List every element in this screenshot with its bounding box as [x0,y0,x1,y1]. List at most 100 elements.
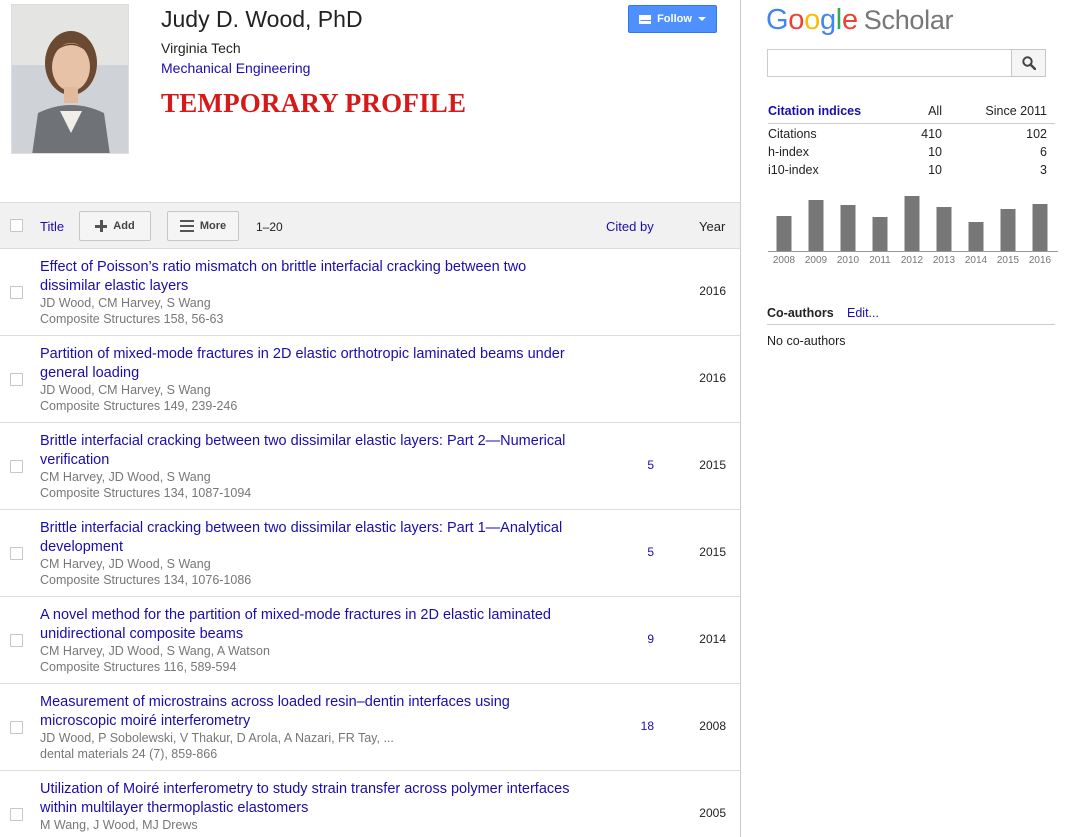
article-row: Measurement of microstrains across loade… [0,684,740,771]
logo-letter: e [841,4,858,36]
article-title-link[interactable]: Brittle interfacial cracking between two… [40,432,580,470]
index-all: 10 [928,163,942,177]
index-since: 102 [1026,127,1047,141]
citation-indices-rows: Citations 410 102 h-index 10 6 i10-index 10 3 [768,124,1055,178]
index-all: 410 [921,127,942,141]
article-title-link[interactable]: Brittle interfacial cracking between two… [40,519,580,557]
article-authors: CM Harvey, JD Wood, S Wang [40,557,211,571]
article-title-link[interactable]: Partition of mixed-mode fractures in 2D … [40,345,580,383]
index-label: Citations [768,127,817,141]
citations-per-year-chart: 2008 2009 2010 2011 2012 2013 2014 2015 2016 [768,196,1058,266]
sort-by-cited-link[interactable]: Cited by [606,219,654,234]
chart-bar-2013[interactable] [936,207,952,251]
article-authors: JD Wood, CM Harvey, S Wang [40,296,211,310]
chart-tick-label: 2011 [869,255,891,266]
logo-letter: o [804,4,820,36]
col-since: Since 2011 [985,104,1047,118]
chart-bar-2009[interactable] [808,200,824,251]
profile-affiliation: Virginia Tech [161,40,241,56]
envelope-icon [639,14,652,24]
logo-letter: G [766,4,789,36]
citation-indices-title[interactable]: Citation indices [768,104,861,118]
search-button[interactable] [1011,49,1046,77]
article-year: 2016 [699,284,726,298]
right-sidebar: Google Scholar Citation indices All Since… [742,0,1081,837]
chart-bar-2011[interactable] [872,217,888,251]
chart-bar-2016[interactable] [1032,204,1048,251]
chart-bar-2010[interactable] [840,205,856,251]
index-since: 6 [1040,145,1047,159]
logo-letter: g [819,4,836,36]
chart-bar-2015[interactable] [1000,209,1016,251]
article-checkbox[interactable] [10,721,23,734]
article-checkbox[interactable] [10,547,23,560]
article-cited-by-link[interactable]: 18 [606,719,654,733]
article-authors: M Wang, J Wood, MJ Drews [40,818,198,832]
chart-tick-label: 2012 [901,255,924,266]
chart-tick-label: 2008 [773,255,796,266]
citation-index-row: h-index 10 6 [768,142,1055,160]
article-title-link[interactable]: Measurement of microstrains across loade… [40,693,580,731]
article-row: Utilization of Moiré interferometry to s… [0,771,740,837]
article-checkbox[interactable] [10,373,23,386]
add-button[interactable]: Add [79,211,151,241]
article-checkbox[interactable] [10,808,23,821]
article-venue: Composite Structures 158, 56-63 [40,312,224,326]
index-label: i10-index [768,163,819,177]
article-venue: Composite Structures 134, 1076-1086 [40,573,252,587]
article-title-link[interactable]: Effect of Poisson’s ratio mismatch on br… [40,258,580,296]
article-cited-by-link[interactable]: 5 [606,545,654,559]
index-since: 3 [1040,163,1047,177]
chart-tick-label: 2016 [1029,255,1052,266]
no-coauthors-text: No co-authors [767,334,846,348]
caret-down-icon [697,17,706,21]
search-input[interactable] [767,49,1012,77]
article-venue: Composite Structures 149, 239-246 [40,399,238,413]
article-year: 2005 [699,806,726,820]
article-venue: Composite Structures 116, 589-594 [40,660,237,674]
chart-bar-2014[interactable] [968,222,984,251]
chart-bar-2008[interactable] [776,216,792,251]
article-row: Brittle interfacial cracking between two… [0,423,740,510]
article-year: 2015 [699,545,726,559]
article-checkbox[interactable] [10,634,23,647]
articles-toolbar: Title Add More 1–20 Cited by Year [0,202,740,249]
search-box [767,49,1047,77]
coauthors-edit-link[interactable]: Edit... [847,306,879,320]
follow-button[interactable]: Follow [628,5,717,33]
article-cited-by-link[interactable]: 9 [606,632,654,646]
chart-tick-label: 2010 [837,255,860,266]
coauthors-header: Co-authors Edit... [767,304,1055,325]
article-row: Effect of Poisson’s ratio mismatch on br… [0,249,740,336]
article-cited-by-link[interactable]: 5 [606,458,654,472]
index-all: 10 [928,145,942,159]
article-authors: CM Harvey, JD Wood, S Wang, A Watson [40,644,270,658]
google-scholar-logo[interactable]: Google Scholar [766,4,954,37]
sort-by-title-link[interactable]: Title [40,219,64,234]
profile-department-link[interactable]: Mechanical Engineering [161,60,310,76]
article-year: 2014 [699,632,726,646]
logo-google-text: Google [766,4,858,36]
profile-header: Judy D. Wood, PhD Virginia Tech Mechanic… [0,0,740,202]
article-title-link[interactable]: Utilization of Moiré interferometry to s… [40,780,580,818]
article-row: Brittle interfacial cracking between two… [0,510,740,597]
left-column: Judy D. Wood, PhD Virginia Tech Mechanic… [0,0,741,837]
select-all-checkbox[interactable] [10,219,23,232]
more-label: More [199,220,227,232]
more-button[interactable]: More [167,211,239,241]
article-year: 2015 [699,458,726,472]
plus-icon [95,220,108,232]
menu-icon [179,220,194,232]
temporary-profile-banner: TEMPORARY PROFILE [161,88,467,118]
article-checkbox[interactable] [10,286,23,299]
add-label: Add [113,220,135,232]
article-checkbox[interactable] [10,460,23,473]
chart-bar-2012[interactable] [904,196,920,251]
citation-index-row: Citations 410 102 [768,124,1055,142]
article-title-link[interactable]: A novel method for the partition of mixe… [40,606,580,644]
search-icon [1021,56,1036,70]
article-authors: JD Wood, CM Harvey, S Wang [40,383,211,397]
article-row: A novel method for the partition of mixe… [0,597,740,684]
sort-by-year[interactable]: Year [699,219,725,234]
article-year: 2008 [699,719,726,733]
